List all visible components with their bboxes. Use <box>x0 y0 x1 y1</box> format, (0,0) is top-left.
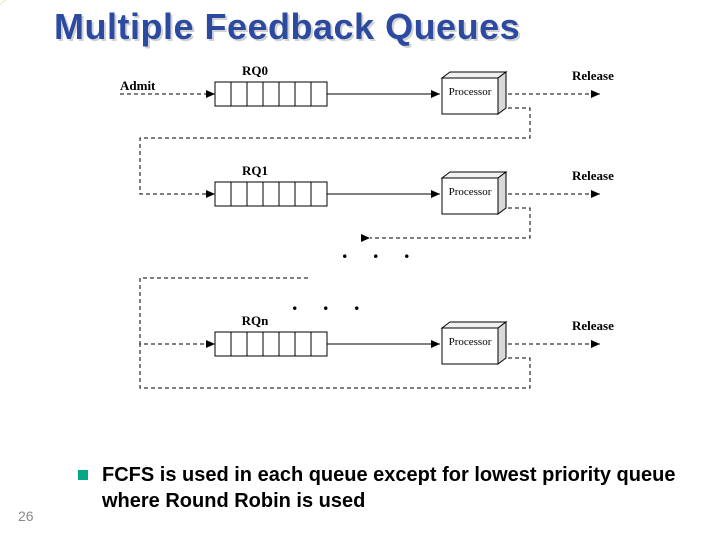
queue-rqn <box>215 332 327 356</box>
release-label-n: Release <box>572 318 614 333</box>
processor-label-1: Processor <box>449 186 492 198</box>
ellipsis-top: . . . <box>342 238 420 263</box>
queue-rq1 <box>215 182 327 206</box>
queue-label-rqn: RQn <box>242 313 270 328</box>
bullet-row: FCFS is used in each queue except for lo… <box>78 462 690 514</box>
slide-number: 26 <box>18 508 34 524</box>
mfq-diagram: Admit RQ0 Processor Release RQ1 Processo… <box>110 60 630 440</box>
queue-label-rq1: RQ1 <box>242 163 268 178</box>
queue-rq0 <box>215 82 327 106</box>
slide-title: Multiple Feedback Queues <box>54 6 520 48</box>
decorative-curve-inner <box>0 0 50 416</box>
bullet-icon <box>78 470 88 480</box>
queue-label-rq0: RQ0 <box>242 63 268 78</box>
processor-label-n: Processor <box>449 336 492 348</box>
admit-label: Admit <box>120 78 156 93</box>
release-label-0: Release <box>572 68 614 83</box>
release-label-1: Release <box>572 168 614 183</box>
processor-label-0: Processor <box>449 86 492 98</box>
decorative-curve <box>0 0 60 410</box>
bullet-text: FCFS is used in each queue except for lo… <box>102 462 690 514</box>
ellipsis-bottom: . . . <box>292 290 370 315</box>
